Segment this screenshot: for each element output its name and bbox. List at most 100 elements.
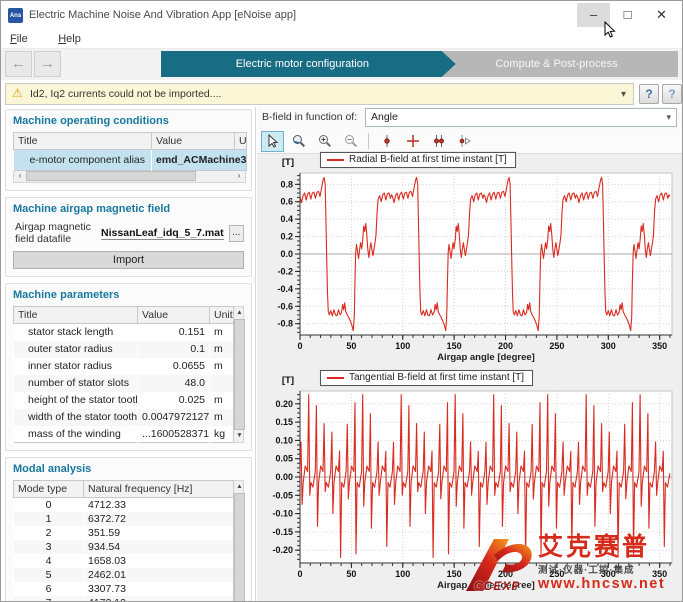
column-header[interactable]: Value [138,307,210,324]
bfield-function-label: B-field in function of: [262,107,357,128]
table-row[interactable]: 52462.01 [14,568,234,582]
table-cell: width of the stator tooth [14,409,138,426]
close-button[interactable]: ✕ [645,3,678,27]
crosshair-icon [406,134,420,148]
section-modal-analysis: Modal analysis Mode typeNatural frequenc… [5,457,252,601]
menu-file[interactable]: File [1,30,37,49]
svg-text:[T]: [T] [282,157,294,168]
scroll-down-icon[interactable]: ▼ [234,430,245,442]
scrollbar-thumb[interactable] [234,493,245,601]
svg-text:50: 50 [346,341,356,351]
warning-triangle-icon: ⚠ [12,86,23,100]
svg-text:0.4: 0.4 [280,214,293,224]
menu-file-rest: ile [17,33,28,45]
tab-electric-motor-configuration[interactable]: Electric motor configuration [161,51,456,77]
table-row[interactable]: width of the stator tooth0.0047972127m [14,409,234,426]
vertical-scrollbar[interactable]: ▲ ▼ [234,306,244,443]
table-cell: m [210,392,234,409]
warning-banner[interactable]: ⚠ Id2, Iq2 currents could not be importe… [5,83,634,105]
table-cell: 0.151 [138,324,210,341]
browse-button[interactable]: ... [229,225,244,242]
svg-text:300: 300 [601,569,616,579]
col-header-title[interactable]: Title [14,133,152,150]
section-operating-conditions: Machine operating conditions Title Value… [5,109,252,191]
vertical-scrollbar[interactable]: ▲ ▼ [234,480,244,601]
cursor-icon [266,134,280,148]
svg-text:150: 150 [447,569,462,579]
svg-text:100: 100 [395,569,410,579]
section-title: Machine parameters [13,289,244,301]
table-cell: 2462.01 [84,568,234,582]
col-header-unit[interactable]: Unit [235,133,247,150]
warning-dropdown-chevron-icon[interactable]: ▾ [621,84,626,105]
table-cell: mass of the winding [14,426,138,443]
table-cell: 5 [14,568,84,582]
svg-text:300: 300 [601,341,616,351]
menu-help[interactable]: Help [49,30,90,49]
column-header[interactable]: Mode type [14,481,84,498]
tangential-bfield-plot[interactable]: 050100150200250300350-0.20-0.15-0.10-0.0… [258,367,682,593]
table-row[interactable]: height of the stator tooth0.025m [14,392,234,409]
svg-text:[T]: [T] [282,375,294,386]
menu-bar: File Help [1,29,682,49]
svg-text:200: 200 [498,569,513,579]
marker-next-icon [458,134,472,148]
table-row[interactable]: e-motor component alias emd_ACMachine3Te… [14,150,247,171]
scrollbar-thumb[interactable] [26,171,196,181]
table-row[interactable]: 41658.03 [14,554,234,568]
help-button[interactable]: ? [639,84,659,104]
table-cell: 0.025 [138,392,210,409]
table-cell: 7 [14,596,84,601]
nav-back-button[interactable]: ← [5,51,32,77]
table-cell: 4 [14,554,84,568]
nav-forward-button[interactable]: → [34,51,61,77]
table-row[interactable]: inner stator radius0.0655m [14,358,234,375]
table-row[interactable]: number of stator slots48.0 [14,375,234,392]
scroll-up-icon[interactable]: ▲ [234,481,245,493]
table-row[interactable]: 3934.54 [14,540,234,554]
scrollbar-thumb[interactable] [234,319,245,430]
table-row[interactable]: 74172.12 [14,596,234,601]
radial-bfield-plot[interactable]: 050100150200250300350-0.8-0.6-0.4-0.20.0… [258,149,682,365]
help-about-button[interactable]: ? [662,84,682,104]
table-row[interactable]: 04712.33 [14,498,234,513]
table-row[interactable]: stator stack length0.151m [14,324,234,341]
tab-compute-postprocess[interactable]: Compute & Post-process [435,51,678,77]
tangential-chart-legend: Tangential B-field at first time instant… [320,370,533,386]
column-header[interactable]: Unit [210,307,234,324]
section-title: Machine operating conditions [13,115,244,127]
table-cell: stator stack length [14,324,138,341]
svg-text:0.20: 0.20 [275,399,293,409]
table-cell: 4172.12 [84,596,234,601]
table-row[interactable]: mass of the winding...1600528371386kg [14,426,234,443]
section-title: Machine airgap magnetic field [13,203,244,215]
svg-text:350: 350 [652,341,667,351]
svg-text:0.6: 0.6 [280,197,293,207]
column-header[interactable]: Title [14,307,138,324]
table-row[interactable]: outer stator radius0.1m [14,341,234,358]
warning-row: ⚠ Id2, Iq2 currents could not be importe… [1,83,682,106]
svg-text:-0.2: -0.2 [277,266,293,276]
marker-icon [380,134,394,148]
column-header[interactable]: Natural frequency [Hz] [84,481,234,498]
table-row[interactable]: 63307.73 [14,582,234,596]
col-header-value[interactable]: Value [152,133,235,150]
plot-panel: B-field in function of: Angle ▾ [257,107,682,601]
datafile-field[interactable]: NissanLeaf_idq_5_7.mat [101,227,224,240]
svg-text:-0.8: -0.8 [277,319,293,329]
svg-text:-0.20: -0.20 [272,545,293,555]
scroll-left-icon[interactable]: ‹ [14,171,26,181]
table-cell: number of stator slots [14,375,138,392]
table-cell: height of the stator tooth [14,392,138,409]
horizontal-scrollbar[interactable]: ‹ › [13,171,246,183]
table-row[interactable]: 2351.59 [14,526,234,540]
bfield-function-select[interactable]: Angle ▾ [365,108,677,127]
table-row[interactable]: 16372.72 [14,512,234,526]
import-button[interactable]: Import [13,251,244,269]
table-cell: 3 [14,540,84,554]
window-title: Electric Machine Noise And Vibration App… [29,1,296,29]
radial-bfield-chart: Radial B-field at first time instant [T]… [258,149,681,365]
scroll-up-icon[interactable]: ▲ [234,307,245,319]
scroll-right-icon[interactable]: › [233,171,245,181]
datafile-label: Airgap magnetic field datafile [15,221,97,245]
